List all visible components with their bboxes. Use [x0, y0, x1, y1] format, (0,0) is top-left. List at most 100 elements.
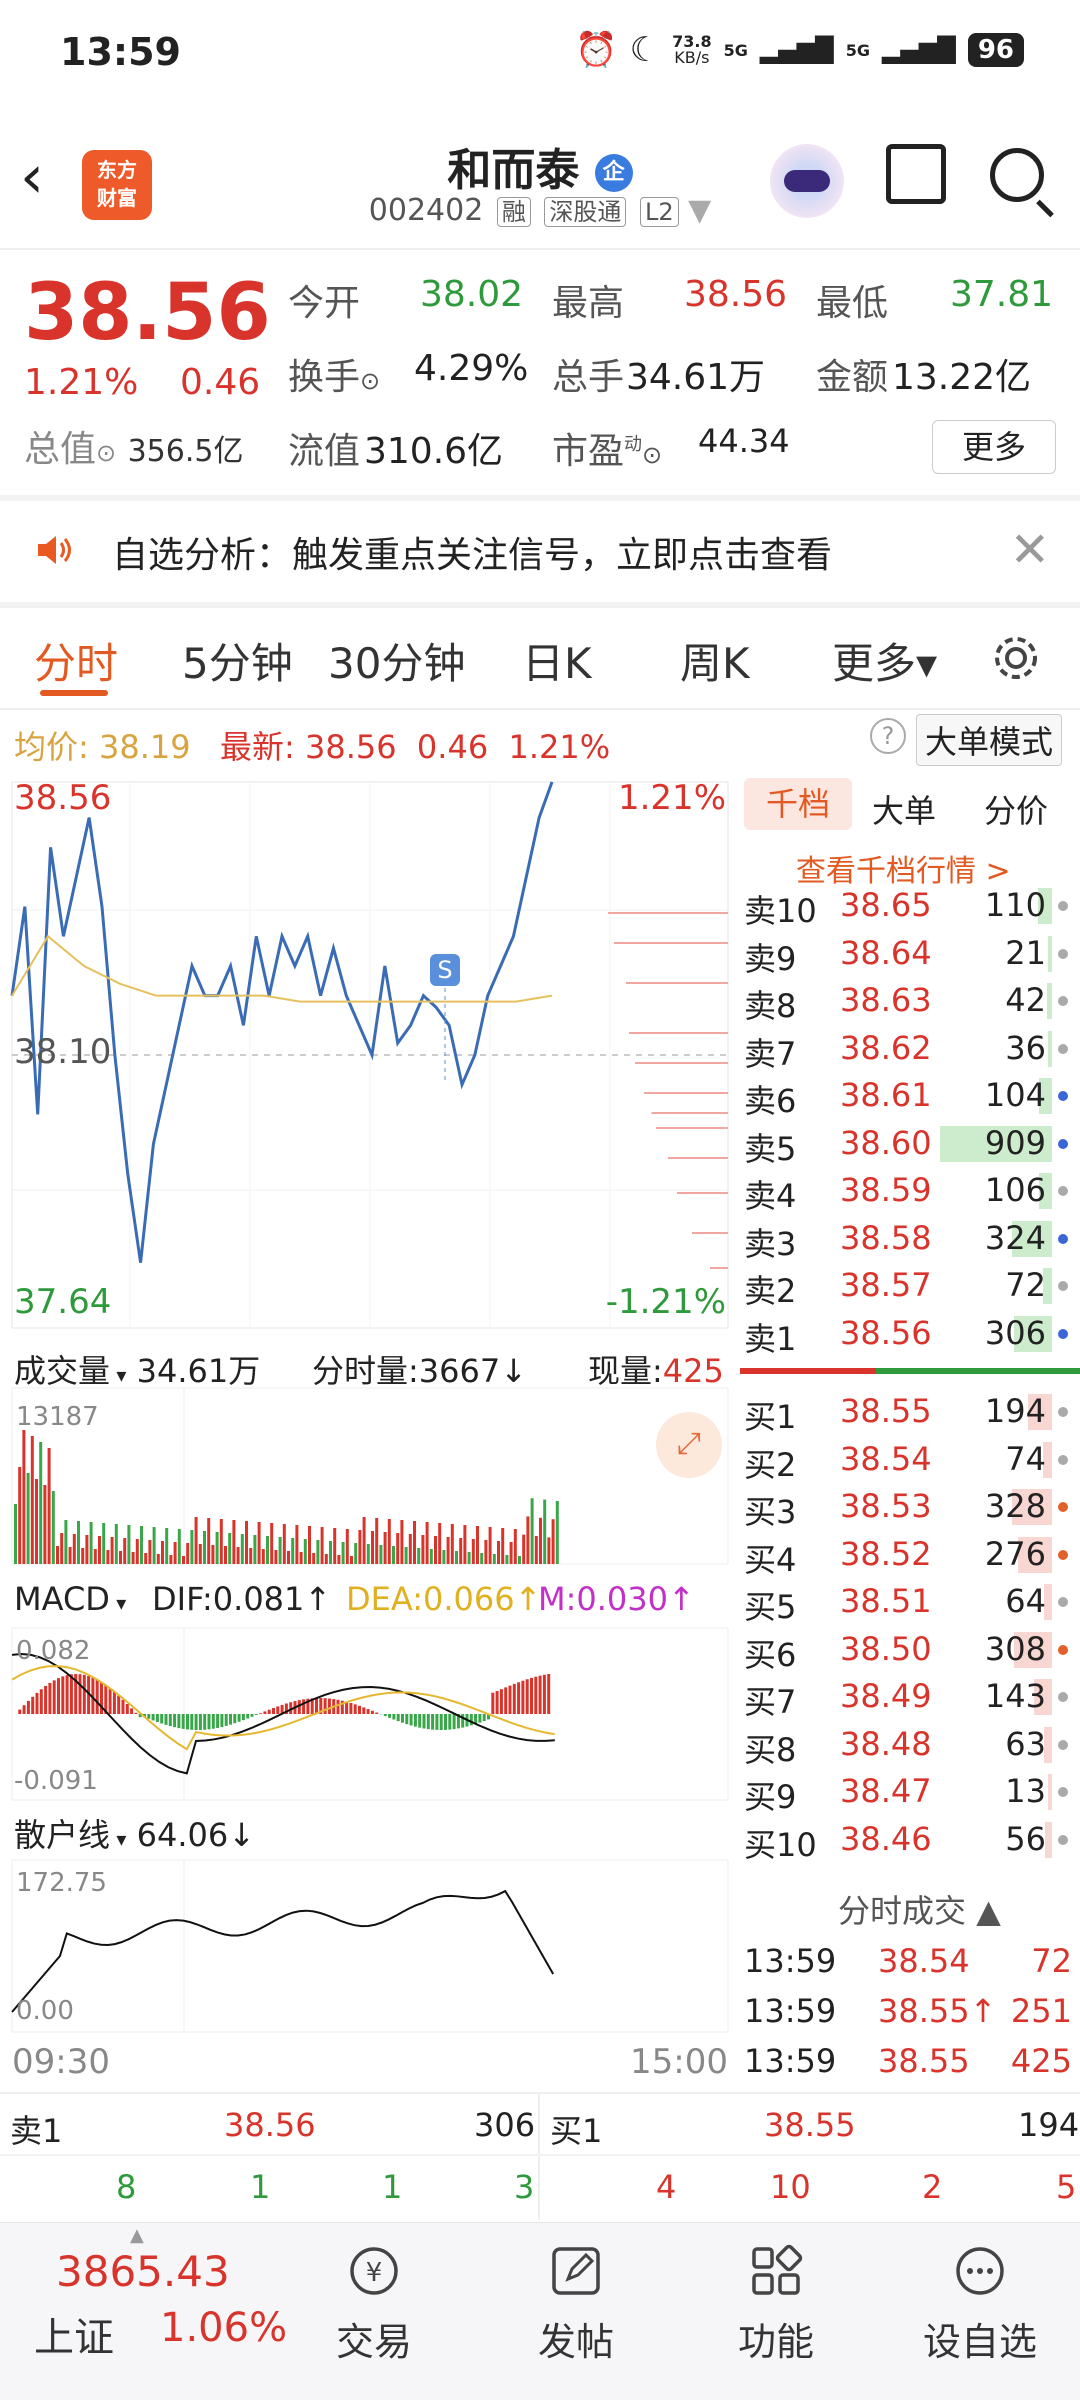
- volume-bar: [114, 1524, 118, 1564]
- bid-row[interactable]: 买6 38.50 308: [740, 1626, 1080, 1674]
- level-volume: 276: [984, 1534, 1046, 1573]
- ask-row[interactable]: 卖2 38.57 72: [740, 1262, 1080, 1310]
- tab-30min[interactable]: 30分钟: [328, 630, 465, 691]
- bid-row[interactable]: 买1 38.55 194: [740, 1388, 1080, 1436]
- bid-row[interactable]: 买7 38.49 143: [740, 1673, 1080, 1721]
- macd-bar: [508, 1685, 512, 1714]
- macd-bar: [405, 1714, 409, 1725]
- bid-row[interactable]: 买3 38.53 328: [740, 1483, 1080, 1531]
- close-icon[interactable]: ✕: [1010, 522, 1050, 578]
- volume-bar: [446, 1537, 450, 1564]
- volume-bar: [366, 1544, 370, 1564]
- share-icon[interactable]: [886, 144, 946, 204]
- bid-row[interactable]: 买9 38.47 13: [740, 1768, 1080, 1816]
- volume-bar: [371, 1531, 374, 1564]
- nav-trade[interactable]: ¥ 交易: [294, 2243, 454, 2366]
- volume-header[interactable]: 成交量 ▾ 34.61万: [14, 1346, 260, 1392]
- level-label: 买10: [744, 1825, 817, 1864]
- macd-bar: [358, 1705, 361, 1714]
- ask-row[interactable]: 卖9 38.64 21: [740, 930, 1080, 978]
- volume-bar: [341, 1542, 345, 1564]
- high-value: 38.56: [684, 274, 788, 315]
- tab-big-orders[interactable]: 大单: [872, 786, 936, 832]
- bid-row[interactable]: 买5 38.51 64: [740, 1578, 1080, 1626]
- depth-bar: [608, 912, 728, 914]
- tab-5min[interactable]: 5分钟: [182, 630, 293, 691]
- index-ticker[interactable]: ▲ 3865.43 上证 1.06%: [0, 2223, 300, 2400]
- bid-row[interactable]: 买8 38.48 63: [740, 1721, 1080, 1769]
- volume-bar: [526, 1516, 530, 1564]
- macd-bar: [207, 1714, 211, 1730]
- macd-bar: [57, 1678, 60, 1714]
- ask-row[interactable]: 卖5 38.60 909: [740, 1120, 1080, 1168]
- help-icon[interactable]: ?: [870, 718, 906, 754]
- macd-bar: [499, 1689, 503, 1714]
- volume-max-label: 13187: [16, 1402, 99, 1432]
- tick-price: 38.55↑: [878, 1992, 997, 2030]
- tab-daily[interactable]: 日K: [522, 630, 592, 691]
- volume-bar: [43, 1485, 47, 1564]
- time-start-label: 09:30: [12, 2042, 110, 2082]
- volume-bar: [387, 1519, 391, 1564]
- dropdown-triangle-icon: ▼: [688, 193, 712, 228]
- tab-price-dist[interactable]: 分价: [984, 786, 1048, 832]
- robot-assistant-icon[interactable]: [770, 144, 844, 218]
- macd-bar: [431, 1714, 435, 1730]
- level-price: 38.58: [840, 1218, 932, 1257]
- macd-bar: [78, 1674, 82, 1714]
- more-button[interactable]: 更多: [932, 420, 1056, 474]
- tab-intraday[interactable]: 分时: [34, 630, 118, 691]
- volume-bar: [186, 1543, 190, 1564]
- ticks-title[interactable]: 分时成交 ▲: [838, 1886, 1001, 1932]
- ask-row[interactable]: 卖1 38.56 306: [740, 1310, 1080, 1358]
- level-price: 38.54: [840, 1439, 932, 1478]
- level-dot: [1058, 948, 1068, 959]
- avg-price: 均价: 38.19: [14, 728, 191, 766]
- nav-add-watchlist[interactable]: 设自选: [900, 2243, 1060, 2366]
- tab-thousand-levels[interactable]: 千档: [744, 778, 852, 830]
- chart-info-bar: 均价: 38.19 最新: 38.56 0.46 1.21% ? 大单模式: [0, 710, 1080, 770]
- nav-post[interactable]: 发帖: [496, 2243, 656, 2366]
- bid-row[interactable]: 买4 38.52 276: [740, 1531, 1080, 1579]
- big-order-mode-button[interactable]: 大单模式: [916, 714, 1063, 766]
- ask-row[interactable]: 卖8 38.63 42: [740, 977, 1080, 1025]
- tab-more[interactable]: 更多▾: [832, 630, 937, 691]
- macd-bar: [349, 1702, 353, 1714]
- ask-row[interactable]: 卖4 38.59 106: [740, 1167, 1080, 1215]
- signal-bars-icon-2: ▂▄▆█: [881, 36, 956, 64]
- volume-bar: [131, 1552, 135, 1564]
- level-price: 38.60: [840, 1123, 932, 1162]
- volume-bar: [354, 1543, 358, 1564]
- nav-functions[interactable]: 功能: [696, 2243, 856, 2366]
- volume-bar: [51, 1491, 55, 1564]
- ask-row[interactable]: 卖3 38.58 324: [740, 1215, 1080, 1263]
- volume-bar: [459, 1538, 463, 1564]
- bid-row[interactable]: 买10 38.46 56: [740, 1816, 1080, 1864]
- notice-bar[interactable]: 自选分析：触发重点关注信号，立即点击查看 ✕: [0, 500, 1080, 600]
- settings-gear-icon[interactable]: [990, 632, 1042, 684]
- ask-row[interactable]: 卖7 38.62 36: [740, 1025, 1080, 1073]
- macd-header[interactable]: MACD ▾: [14, 1580, 126, 1618]
- expand-icon[interactable]: ⤢: [656, 1412, 722, 1478]
- retail-header[interactable]: 散户线 ▾ 64.06↓: [14, 1810, 255, 1856]
- left-count-3: 1: [382, 2168, 403, 2206]
- macd-bar: [22, 1705, 26, 1714]
- volume-bar: [182, 1556, 185, 1564]
- macd-bar: [82, 1674, 86, 1714]
- macd-bar: [521, 1680, 525, 1714]
- intraday-chart-area[interactable]: S 38.56 38.10 37.64 1.21% -1.21% 成交量 ▾ 3…: [0, 770, 736, 2090]
- tab-weekly[interactable]: 周K: [680, 630, 750, 691]
- float-cap-label: 流值: [288, 431, 361, 472]
- intraday-chart[interactable]: S: [0, 770, 736, 2090]
- level-volume: 63: [1005, 1724, 1046, 1763]
- bid-row[interactable]: 买2 38.54 74: [740, 1436, 1080, 1484]
- ask-row[interactable]: 卖6 38.61 104: [740, 1072, 1080, 1120]
- volume-bar: [56, 1546, 59, 1564]
- macd-bar: [134, 1712, 138, 1714]
- search-icon[interactable]: [990, 148, 1044, 202]
- level-dot: [1058, 1043, 1068, 1054]
- level-dot: [1058, 1186, 1068, 1196]
- level-volume: 42: [1005, 981, 1046, 1019]
- level-dot: [1058, 1138, 1068, 1149]
- ask-row[interactable]: 卖10 38.65 110: [740, 882, 1080, 930]
